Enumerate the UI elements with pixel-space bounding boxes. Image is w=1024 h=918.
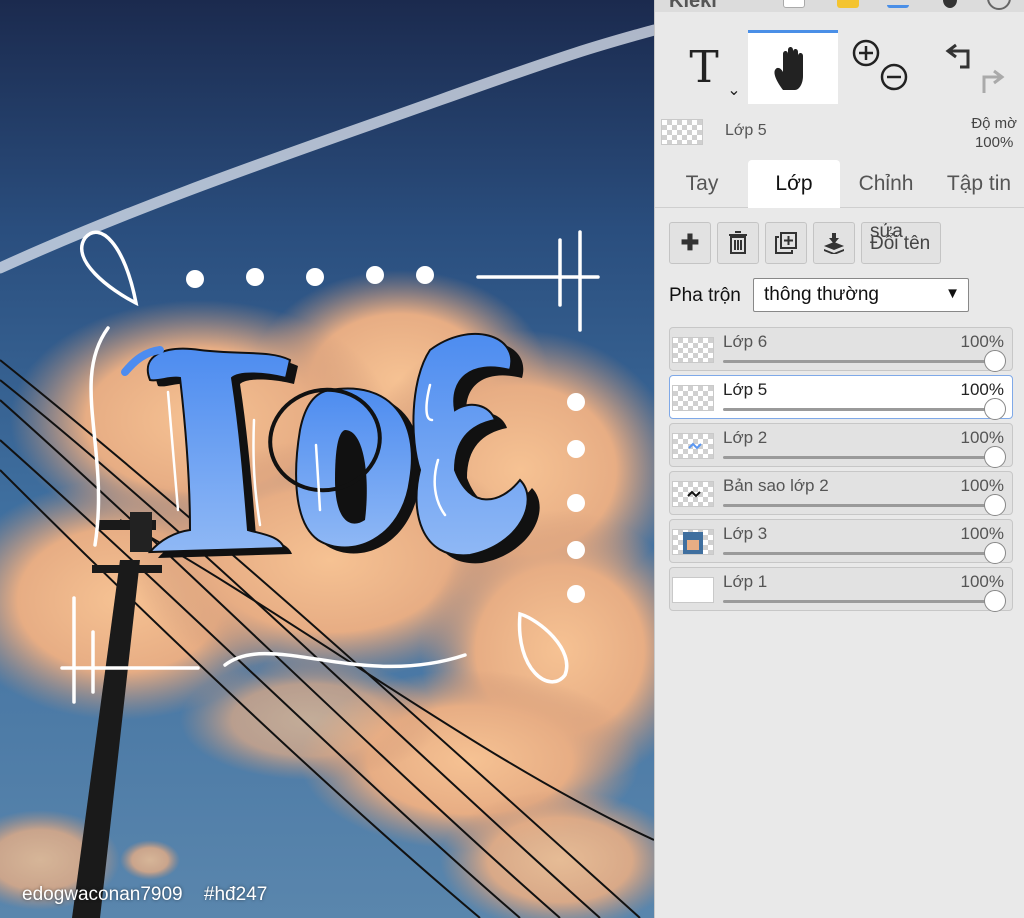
opacity-slider-knob[interactable] bbox=[984, 350, 1006, 372]
duplicate-icon bbox=[775, 232, 797, 254]
undo-redo-icon bbox=[945, 43, 1005, 93]
trash-icon bbox=[729, 231, 747, 254]
tab-tap-tin[interactable]: Tập tin bbox=[935, 160, 1023, 208]
app-name: Kleki bbox=[669, 0, 717, 12]
opacity-slider-knob[interactable] bbox=[984, 542, 1006, 564]
tab-lop[interactable]: Lớp bbox=[748, 160, 840, 208]
opacity-slider-knob[interactable] bbox=[984, 494, 1006, 516]
current-layer-name: Lớp 5 bbox=[725, 122, 767, 139]
folder-icon[interactable] bbox=[837, 0, 859, 8]
panel-tabs: Tay Lớp Chỉnh Tập tin bbox=[655, 160, 1024, 208]
share-icon[interactable] bbox=[943, 0, 957, 8]
layer-opacity: 100% bbox=[960, 428, 1004, 447]
layer-opacity: 100% bbox=[960, 572, 1004, 591]
hand-icon bbox=[774, 46, 803, 90]
layer-thumbnail bbox=[672, 577, 714, 603]
sketch-thumb-icon bbox=[687, 490, 701, 498]
new-icon[interactable] bbox=[783, 0, 805, 8]
blend-mode-label: Pha trộn bbox=[669, 285, 741, 306]
opacity-slider-knob[interactable] bbox=[984, 590, 1006, 612]
rename-label: Đổi tên bbox=[870, 233, 931, 254]
layer-opacity: 100% bbox=[960, 476, 1004, 495]
save-icon[interactable] bbox=[887, 0, 909, 8]
layer-row-lop-5[interactable]: Lớp 5 100% bbox=[669, 375, 1013, 420]
merge-down-icon bbox=[824, 233, 844, 254]
settings-icon[interactable] bbox=[987, 0, 1011, 10]
layer-opacity: 100% bbox=[960, 524, 1004, 543]
layer-name: Bản sao lớp 2 bbox=[723, 476, 829, 495]
opacity-slider-track[interactable] bbox=[723, 504, 998, 507]
merge-down-button[interactable] bbox=[813, 222, 855, 264]
opacity-slider-track[interactable] bbox=[723, 600, 998, 603]
tool-row: T ⌄ bbox=[659, 30, 1021, 104]
opacity-slider-knob[interactable] bbox=[984, 446, 1006, 468]
drawing-canvas[interactable]: edogwaconan7909 #hđ247 bbox=[0, 0, 654, 918]
layer-thumbnail bbox=[672, 529, 714, 555]
undo-redo-button[interactable] bbox=[931, 30, 1021, 104]
canvas-artwork bbox=[0, 0, 654, 918]
chevron-down-icon: ⌄ bbox=[727, 79, 741, 99]
tab-tay[interactable]: Tay bbox=[663, 160, 741, 208]
tab-chinh-sua[interactable]: Chỉnh bbox=[845, 160, 927, 208]
layer-opacity: 100% bbox=[960, 380, 1004, 399]
app-top-strip: Kleki bbox=[655, 0, 1024, 12]
hand-tool-button[interactable] bbox=[748, 30, 838, 104]
layer-row-lop-3[interactable]: Lớp 3 100% bbox=[669, 519, 1013, 564]
zoom-tool-button[interactable] bbox=[839, 30, 929, 104]
add-layer-button[interactable]: ✚ bbox=[669, 222, 711, 264]
sketch-thumb-icon bbox=[688, 442, 702, 450]
photo-thumb-icon bbox=[683, 532, 703, 554]
layer-row-ban-sao-lop-2[interactable]: Bản sao lớp 2 100% bbox=[669, 471, 1013, 516]
opacity-slider-track[interactable] bbox=[723, 456, 998, 459]
current-layer-thumbnail bbox=[661, 119, 703, 145]
opacity-slider-knob[interactable] bbox=[984, 398, 1006, 420]
blend-mode-select[interactable]: thông thường ▼ bbox=[753, 278, 969, 312]
layer-opacity: 100% bbox=[960, 332, 1004, 351]
text-tool-button[interactable]: T ⌄ bbox=[659, 30, 749, 104]
blend-mode-value: thông thường bbox=[764, 284, 879, 305]
layer-name: Lớp 1 bbox=[723, 572, 768, 591]
text-tool-icon: T ⌄ bbox=[689, 41, 741, 99]
zoom-in-out-icon bbox=[852, 39, 908, 91]
layer-thumbnail bbox=[672, 481, 714, 507]
layer-name: Lớp 5 bbox=[723, 380, 768, 399]
layer-name: Lớp 2 bbox=[723, 428, 768, 447]
watermark: edogwaconan7909 #hđ247 bbox=[22, 884, 267, 906]
layer-row-lop-6[interactable]: Lớp 6 100% bbox=[669, 327, 1013, 372]
opacity-label: Độ mờ bbox=[971, 115, 1017, 132]
rename-layer-button[interactable]: sửa Đổi tên bbox=[861, 222, 941, 264]
layer-name: Lớp 3 bbox=[723, 524, 768, 543]
layer-name: Lớp 6 bbox=[723, 332, 768, 351]
layer-thumbnail bbox=[672, 385, 714, 411]
watermark-user: edogwaconan7909 bbox=[22, 884, 183, 905]
plus-icon: ✚ bbox=[680, 230, 700, 255]
layer-thumbnail bbox=[672, 337, 714, 363]
watermark-tag: #hđ247 bbox=[203, 884, 268, 905]
opacity-value: 100% bbox=[974, 134, 1014, 151]
duplicate-layer-button[interactable] bbox=[765, 222, 807, 264]
opacity-slider-track[interactable] bbox=[723, 360, 998, 363]
chevron-down-icon: ▼ bbox=[945, 285, 960, 302]
side-panel: Kleki T ⌄ Lớp 5 Độ mờ 100% Tay Lớp Chỉnh… bbox=[654, 0, 1024, 918]
layer-thumbnail bbox=[672, 433, 714, 459]
opacity-slider-track[interactable] bbox=[723, 408, 998, 411]
layer-row-lop-2[interactable]: Lớp 2 100% bbox=[669, 423, 1013, 468]
current-layer-opacity[interactable]: Độ mờ 100% bbox=[971, 114, 1017, 152]
delete-layer-button[interactable] bbox=[717, 222, 759, 264]
current-layer-info: Lớp 5 Độ mờ 100% bbox=[659, 110, 1021, 156]
opacity-slider-track[interactable] bbox=[723, 552, 998, 555]
layer-row-lop-1[interactable]: Lớp 1 100% bbox=[669, 567, 1013, 612]
